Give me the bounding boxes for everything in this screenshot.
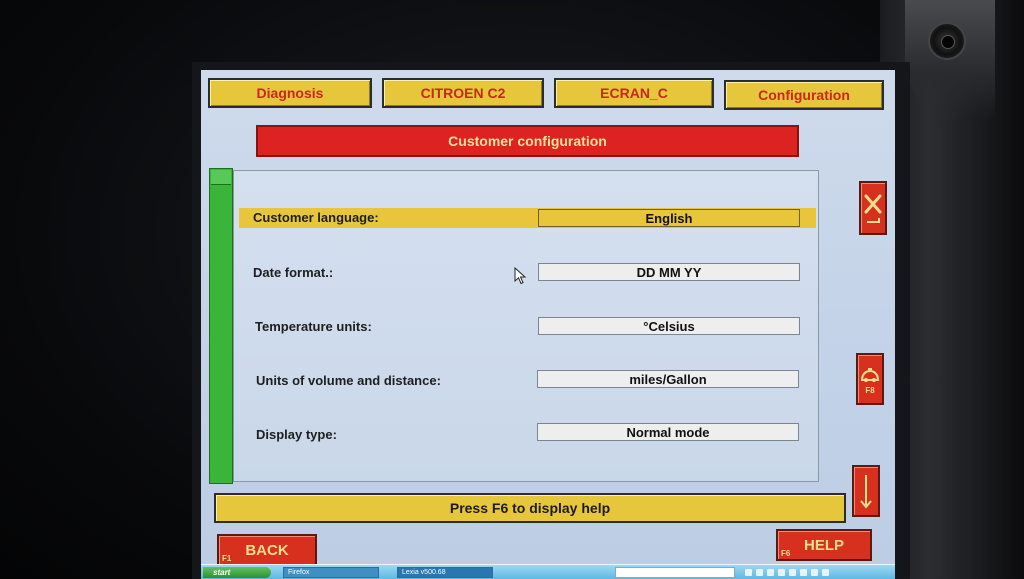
setting-value-temperature-units[interactable]: °Celsius xyxy=(538,317,800,335)
setting-label-temperature-units: Temperature units: xyxy=(255,319,372,334)
f8-action-button[interactable]: F8 xyxy=(856,353,884,405)
system-tray xyxy=(745,567,891,578)
scroll-down-button[interactable] xyxy=(852,465,880,517)
setting-value-customer-language[interactable]: English xyxy=(538,209,800,227)
close-cancel-button[interactable] xyxy=(859,181,887,235)
back-button-label: BACK xyxy=(245,541,289,559)
help-button[interactable]: HELP F6 xyxy=(776,529,872,561)
setting-label-volume-distance-units: Units of volume and distance: xyxy=(256,373,441,388)
tab-diagnosis[interactable]: Diagnosis xyxy=(208,78,372,108)
f6-key-label: F6 xyxy=(781,549,791,558)
tab-ecran-c[interactable]: ECRAN_C xyxy=(554,78,714,108)
application-screen: Diagnosis CITROEN C2 ECRAN_C Configurati… xyxy=(201,70,895,579)
help-button-label: HELP xyxy=(803,536,844,554)
vertical-scrollbar[interactable] xyxy=(209,168,233,484)
start-button[interactable]: start xyxy=(203,567,271,578)
tray-icon[interactable] xyxy=(745,569,752,576)
arrow-down-icon xyxy=(860,475,872,509)
tray-icon[interactable] xyxy=(778,569,785,576)
setting-value-date-format[interactable]: DD MM YY xyxy=(538,263,800,281)
taskbar-item-lexia[interactable]: Lexia v500.68 xyxy=(397,567,493,578)
windows-taskbar: start Firefox Lexia v500.68 xyxy=(201,564,895,579)
webcam xyxy=(928,22,966,60)
tray-icon[interactable] xyxy=(789,569,796,576)
page-title: Customer configuration xyxy=(256,125,799,157)
tray-icon[interactable] xyxy=(800,569,807,576)
setting-label-display-type: Display type: xyxy=(256,427,337,442)
mouse-pointer-icon xyxy=(514,267,527,285)
tray-icon[interactable] xyxy=(822,569,829,576)
f1-key-label: F1 xyxy=(222,554,232,563)
setting-label-customer-language: Customer language: xyxy=(253,210,379,225)
setting-label-date-format: Date format.: xyxy=(253,265,334,280)
webcam-lens xyxy=(941,35,955,49)
tab-configuration[interactable]: Configuration xyxy=(724,80,884,110)
taskbar-item-firefox[interactable]: Firefox xyxy=(283,567,379,578)
scrollbar-thumb[interactable] xyxy=(211,170,231,185)
setting-value-display-type[interactable]: Normal mode xyxy=(537,423,799,441)
vehicle-hand-icon xyxy=(860,367,880,382)
f8-key-label: F8 xyxy=(865,385,875,395)
help-hint-bar: Press F6 to display help xyxy=(214,493,846,523)
tray-icon[interactable] xyxy=(767,569,774,576)
tray-icon[interactable] xyxy=(756,569,763,576)
cancel-x-icon xyxy=(864,194,882,223)
setting-value-volume-distance-units[interactable]: miles/Gallon xyxy=(537,370,799,388)
taskbar-search-box[interactable] xyxy=(615,567,735,578)
tray-icon[interactable] xyxy=(811,569,818,576)
back-button[interactable]: BACK F1 xyxy=(217,534,317,566)
tab-vehicle-model[interactable]: CITROEN C2 xyxy=(382,78,544,108)
